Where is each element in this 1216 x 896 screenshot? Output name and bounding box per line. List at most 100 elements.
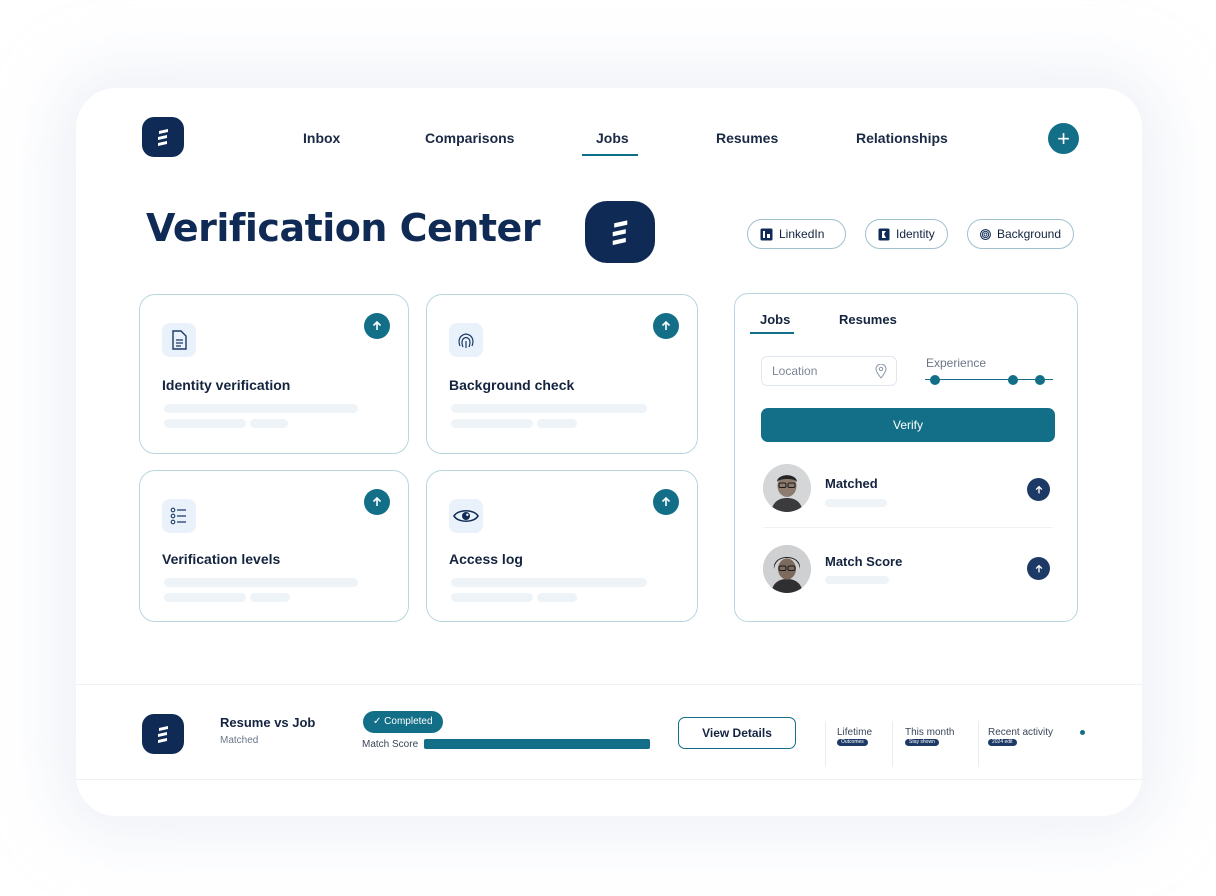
id-badge-icon (878, 228, 890, 240)
brand-logo-large (585, 201, 655, 263)
fingerprint-icon (449, 323, 483, 357)
card-title: Background check (449, 377, 575, 393)
skeleton-line (537, 419, 577, 428)
card-verification-levels[interactable]: Verification levels (139, 470, 409, 622)
verification-panel: Jobs Resumes Location Experience Verify (734, 293, 1078, 622)
nav-active-indicator (582, 154, 638, 156)
verify-button[interactable]: Verify (761, 408, 1055, 442)
location-placeholder: Location (772, 364, 818, 378)
arrow-up-icon (1035, 564, 1042, 572)
experience-slider[interactable] (925, 374, 1053, 386)
plus-icon: + (1057, 125, 1070, 151)
skeleton-line (825, 576, 889, 584)
arrow-up-icon (372, 496, 382, 506)
tab-resumes[interactable]: Resumes (839, 312, 897, 327)
nav-jobs[interactable]: Jobs (596, 130, 629, 146)
result-label: Matched (825, 476, 878, 491)
nav-inbox[interactable]: Inbox (303, 130, 340, 146)
skeleton-line (825, 499, 887, 507)
card-title: Identity verification (162, 377, 291, 393)
add-button[interactable]: + (1048, 123, 1079, 154)
more-dot-icon[interactable] (1080, 730, 1085, 735)
pill-label: LinkedIn (779, 227, 825, 241)
stat-month-chip: Stay shown (905, 739, 939, 746)
skeleton-line (164, 419, 246, 428)
logo-mark-icon (612, 220, 628, 246)
nav-resumes[interactable]: Resumes (716, 130, 778, 146)
skeleton-line (451, 419, 533, 428)
nav-comparisons[interactable]: Comparisons (425, 130, 514, 146)
tab-jobs[interactable]: Jobs (760, 312, 790, 327)
logo-mark-icon (158, 726, 168, 743)
match-score-track (424, 739, 650, 749)
skeleton-line (250, 419, 288, 428)
stat-recent-label: Recent activity (988, 727, 1054, 738)
skeleton-line (250, 593, 290, 602)
skeleton-line (164, 593, 246, 602)
avatar (763, 464, 811, 512)
pill-identity[interactable]: Identity (865, 219, 948, 249)
skeleton-line (164, 578, 358, 587)
slider-track (925, 379, 1053, 380)
app-logo (142, 714, 184, 754)
slider-handle-mid[interactable] (1008, 375, 1018, 385)
card-open-button[interactable] (653, 313, 679, 339)
stat-month-label: This month (905, 727, 955, 738)
skeleton-line (451, 578, 647, 587)
stat-recent-chip: 2024 edit (988, 739, 1017, 746)
card-access-log[interactable]: Access log (426, 470, 698, 622)
avatar (763, 545, 811, 593)
nav-relationships[interactable]: Relationships (856, 130, 948, 146)
app-window: Inbox Comparisons Jobs Resumes Relations… (76, 88, 1142, 816)
result-open-button[interactable] (1027, 557, 1050, 580)
fingerprint-icon (980, 228, 991, 240)
tab-active-indicator (750, 332, 794, 334)
page-title: Verification Center (146, 206, 541, 250)
pill-label: Background (996, 227, 1061, 241)
arrow-up-icon (661, 496, 671, 506)
card-background-check[interactable]: Background check (426, 294, 698, 454)
arrow-up-icon (661, 320, 671, 330)
eye-icon (449, 499, 483, 533)
app-logo[interactable] (142, 117, 184, 157)
list-icon (162, 499, 196, 533)
result-open-button[interactable] (1027, 478, 1050, 501)
match-score-fill (424, 739, 650, 749)
slider-handle-max[interactable] (1035, 375, 1045, 385)
card-open-button[interactable] (653, 489, 679, 515)
check-icon: ✓ (373, 716, 382, 727)
divider (978, 721, 979, 767)
arrow-up-icon (1035, 485, 1042, 493)
slider-handle-min[interactable] (930, 375, 940, 385)
pill-label: Identity (896, 227, 935, 241)
experience-label: Experience (926, 356, 987, 370)
card-title: Access log (449, 551, 523, 567)
location-input[interactable]: Location (761, 356, 897, 386)
result-label: Match Score (825, 554, 903, 569)
match-score-label: Match Score (362, 739, 419, 750)
comparison-strip: Resume vs Job Matched ✓ Completed Match … (76, 684, 1142, 780)
status-badge-label: Completed (384, 716, 433, 727)
card-title: Verification levels (162, 551, 281, 567)
pill-background[interactable]: Background (967, 219, 1074, 249)
stat-lifetime-chip: Outcomes (837, 739, 868, 746)
arrow-up-icon (372, 320, 382, 330)
view-details-button[interactable]: View Details (678, 717, 796, 749)
divider (825, 721, 826, 767)
divider (763, 527, 1053, 528)
comparison-subtitle: Matched (220, 735, 259, 746)
divider (892, 721, 893, 767)
card-identity-verification[interactable]: Identity verification (139, 294, 409, 454)
card-open-button[interactable] (364, 489, 390, 515)
map-pin-icon (875, 364, 887, 379)
card-open-button[interactable] (364, 313, 390, 339)
pill-linkedin[interactable]: LinkedIn (747, 219, 846, 249)
linkedin-icon (760, 228, 773, 240)
comparison-title: Resume vs Job (220, 715, 316, 730)
status-badge: ✓ Completed (363, 711, 443, 733)
stat-lifetime-label: Lifetime (837, 727, 873, 738)
skeleton-line (164, 404, 358, 413)
document-icon (162, 323, 196, 357)
logo-mark-icon (158, 129, 168, 146)
skeleton-line (451, 593, 533, 602)
